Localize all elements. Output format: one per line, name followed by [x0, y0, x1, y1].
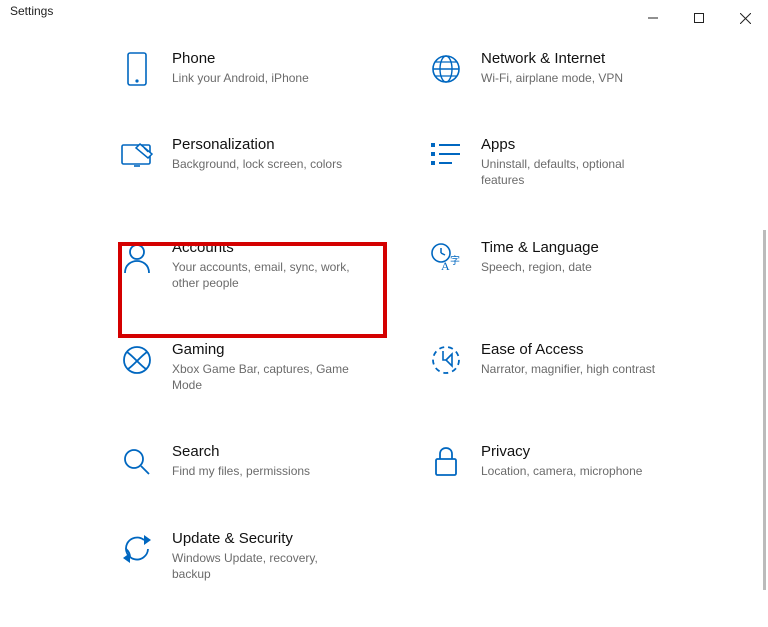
settings-content: Phone Link your Android, iPhone Network …: [0, 30, 768, 620]
minimize-icon: [648, 13, 658, 23]
svg-text:字: 字: [450, 254, 460, 267]
tile-update-security[interactable]: Update & Security Windows Update, recove…: [120, 530, 419, 582]
tile-title: Update & Security: [172, 530, 419, 547]
titlebar: Settings: [0, 0, 768, 30]
maximize-icon: [694, 13, 704, 23]
minimize-button[interactable]: [630, 4, 676, 32]
tile-search[interactable]: Search Find my files, permissions: [120, 443, 419, 479]
maximize-button[interactable]: [676, 4, 722, 32]
xbox-icon: [120, 343, 154, 377]
tile-title: Accounts: [172, 239, 419, 256]
tile-desc: Wi-Fi, airplane mode, VPN: [481, 70, 661, 86]
tile-network[interactable]: Network & Internet Wi-Fi, airplane mode,…: [429, 50, 728, 86]
tile-phone[interactable]: Phone Link your Android, iPhone: [120, 50, 419, 86]
tile-desc: Narrator, magnifier, high contrast: [481, 361, 661, 377]
tile-desc: Background, lock screen, colors: [172, 156, 352, 172]
close-icon: [740, 13, 751, 24]
tile-title: Privacy: [481, 443, 728, 460]
tile-ease-of-access[interactable]: Ease of Access Narrator, magnifier, high…: [429, 341, 728, 393]
tile-title: Gaming: [172, 341, 419, 358]
tile-title: Search: [172, 443, 419, 460]
scrollbar[interactable]: [763, 230, 766, 590]
tile-time-language[interactable]: A字 Time & Language Speech, region, date: [429, 239, 728, 291]
tile-title: Network & Internet: [481, 50, 728, 67]
lock-icon: [429, 445, 463, 479]
tile-desc: Xbox Game Bar, captures, Game Mode: [172, 361, 352, 393]
globe-icon: [429, 52, 463, 86]
tile-desc: Link your Android, iPhone: [172, 70, 352, 86]
tile-title: Ease of Access: [481, 341, 728, 358]
tile-title: Phone: [172, 50, 419, 67]
window-title: Settings: [10, 4, 53, 18]
settings-grid: Phone Link your Android, iPhone Network …: [0, 50, 768, 612]
tile-title: Time & Language: [481, 239, 728, 256]
person-icon: [120, 241, 154, 275]
svg-text:A: A: [441, 259, 450, 273]
window-controls: [630, 4, 768, 32]
close-button[interactable]: [722, 4, 768, 32]
search-icon: [120, 445, 154, 479]
phone-icon: [120, 52, 154, 86]
tile-desc: Windows Update, recovery, backup: [172, 550, 352, 582]
ease-of-access-icon: [429, 343, 463, 377]
tile-title: Personalization: [172, 136, 419, 153]
apps-icon: [429, 138, 463, 172]
tile-gaming[interactable]: Gaming Xbox Game Bar, captures, Game Mod…: [120, 341, 419, 393]
tile-desc: Your accounts, email, sync, work, other …: [172, 259, 352, 291]
tile-personalization[interactable]: Personalization Background, lock screen,…: [120, 136, 419, 188]
tile-desc: Uninstall, defaults, optional features: [481, 156, 661, 188]
update-icon: [120, 532, 154, 566]
tile-desc: Speech, region, date: [481, 259, 661, 275]
time-language-icon: A字: [429, 241, 463, 275]
tile-desc: Location, camera, microphone: [481, 463, 661, 479]
tile-privacy[interactable]: Privacy Location, camera, microphone: [429, 443, 728, 479]
tile-desc: Find my files, permissions: [172, 463, 352, 479]
tile-accounts[interactable]: Accounts Your accounts, email, sync, wor…: [120, 239, 419, 291]
tile-title: Apps: [481, 136, 728, 153]
personalization-icon: [120, 138, 154, 172]
tile-apps[interactable]: Apps Uninstall, defaults, optional featu…: [429, 136, 728, 188]
